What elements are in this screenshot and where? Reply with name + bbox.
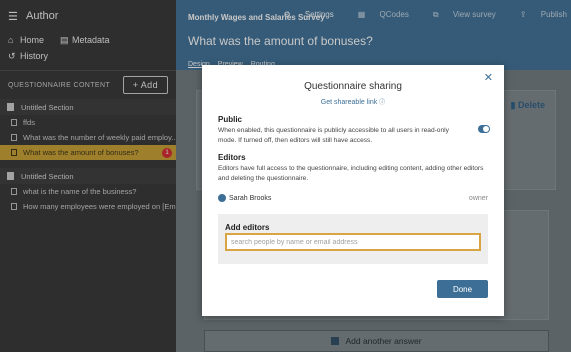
- editors-section: Editors Editors have full access to the …: [218, 153, 490, 184]
- public-toggle[interactable]: [478, 125, 490, 133]
- sharing-modal: ✕ Questionnaire sharing Get shareable li…: [202, 65, 504, 316]
- add-editors-panel: Add editors: [218, 214, 488, 264]
- editors-heading: Editors: [218, 153, 246, 162]
- editor-role: owner: [468, 194, 488, 202]
- shareable-link[interactable]: Get shareable link ⓘ: [202, 97, 504, 106]
- editors-description: Editors have full access to the question…: [218, 165, 484, 182]
- done-button[interactable]: Done: [437, 280, 488, 298]
- public-heading: Public: [218, 115, 243, 124]
- search-input[interactable]: [225, 233, 481, 251]
- public-description: When enabled, this questionnaire is publ…: [218, 127, 449, 144]
- editor-row: Sarah Brooks owner: [218, 194, 488, 202]
- avatar: [218, 194, 226, 202]
- modal-title: Questionnaire sharing: [304, 81, 402, 92]
- public-section: Public When enabled, this questionnaire …: [218, 115, 490, 146]
- shareable-link-label: Get shareable link: [320, 99, 378, 106]
- editor-name: Sarah Brooks: [229, 194, 272, 202]
- add-editors-label: Add editors: [225, 223, 270, 232]
- copy-icon: ⓘ: [379, 100, 386, 106]
